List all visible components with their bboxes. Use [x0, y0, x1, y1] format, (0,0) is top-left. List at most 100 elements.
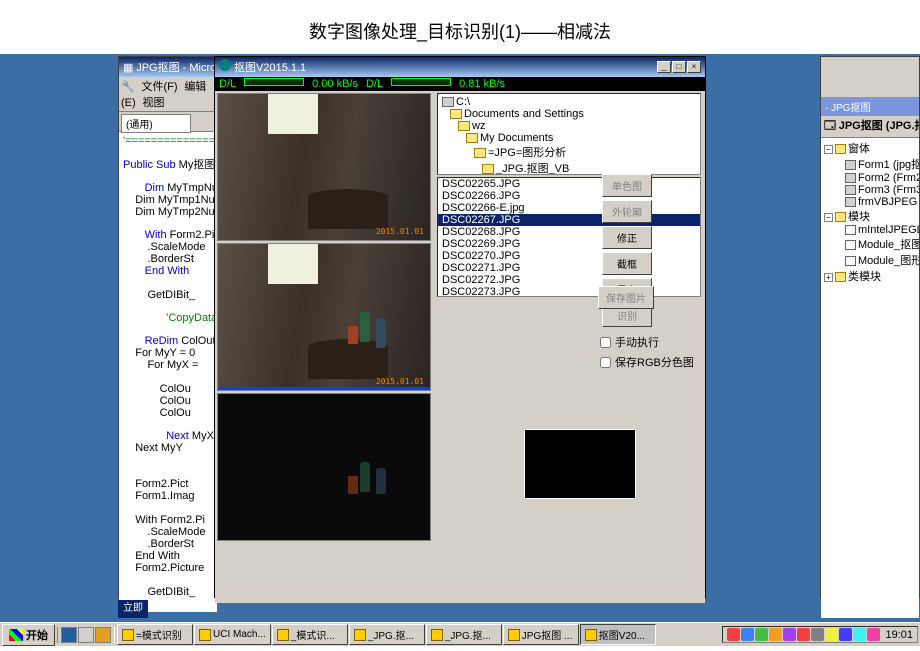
file-row[interactable]: DSC02270.JPG: [438, 250, 700, 262]
btn-outline[interactable]: 外轮廓: [602, 200, 652, 223]
start-button[interactable]: 开始: [2, 624, 55, 646]
module-node[interactable]: mIntelJPEGLi: [823, 224, 917, 236]
dl-label: D/L: [219, 78, 236, 90]
tree-drive[interactable]: C:\: [440, 96, 698, 108]
dl-value: 0.81 kB/s: [459, 78, 505, 90]
tree-node[interactable]: Documents and Settings: [440, 108, 698, 120]
form-node[interactable]: Form3 (Frm3-): [823, 184, 917, 196]
file-list[interactable]: DSC02265.JPGDSC02266.JPGDSC02266-E.jpgDS…: [437, 177, 701, 297]
max-button[interactable]: □: [672, 61, 686, 73]
form-node[interactable]: Form1 (jpg抠: [823, 156, 917, 172]
project-tree[interactable]: −窗体 Form1 (jpg抠Form2 (Frm2-)Form3 (Frm3-…: [821, 138, 919, 618]
file-row[interactable]: DSC02272.JPG: [438, 274, 700, 286]
btn-correct[interactable]: 修正: [602, 226, 652, 249]
tray-icon[interactable]: [727, 628, 740, 641]
folder-icon: [466, 133, 478, 143]
folder-icon: [482, 164, 494, 174]
tree-node[interactable]: _JPG.抠图_VB: [440, 160, 698, 175]
file-row[interactable]: DSC02267.JPG: [438, 214, 700, 226]
task-button[interactable]: 抠图V20...: [580, 624, 656, 645]
min-button[interactable]: _: [657, 61, 671, 73]
folder-icon: [835, 272, 846, 282]
close-button[interactable]: ×: [687, 61, 701, 73]
task-button[interactable]: UCI Mach...: [194, 624, 271, 645]
ie-icon[interactable]: [61, 627, 77, 643]
tray-icon[interactable]: [797, 628, 810, 641]
expand-icon[interactable]: +: [824, 273, 833, 282]
main-app-window: 抠图V2015.1.1 _ □ × D/L0.00 kB/s D/L0.81 k…: [214, 56, 706, 598]
checkbox-label: 手动执行: [615, 334, 659, 350]
module-icon: [845, 240, 856, 250]
tree-node[interactable]: wz: [440, 120, 698, 132]
app-title-text: 抠图V2015.1.1: [234, 62, 306, 74]
tray-icon[interactable]: [811, 628, 824, 641]
task-button[interactable]: _JPG.抠...: [349, 624, 425, 645]
tray-icon[interactable]: [755, 628, 768, 641]
task-button[interactable]: JPG抠图 ...: [503, 624, 579, 645]
file-row[interactable]: DSC02271.JPG: [438, 262, 700, 274]
menu-file[interactable]: 🔧: [121, 81, 135, 93]
dl-bar-icon: [391, 78, 451, 86]
image-foreground[interactable]: 2015.01.01: [217, 243, 431, 391]
preview-box: [524, 429, 636, 499]
ql-icon[interactable]: [95, 627, 111, 643]
tree-node[interactable]: My Documents: [440, 132, 698, 144]
proj-title: - JPG抠图: [821, 97, 919, 116]
tray-icon[interactable]: [867, 628, 880, 641]
tray-icon[interactable]: [853, 628, 866, 641]
scope-combo[interactable]: (通用): [121, 114, 191, 133]
module-node[interactable]: Module_抠图: [823, 236, 917, 252]
checkbox-manual-input[interactable]: [600, 337, 611, 348]
collapse-icon[interactable]: −: [824, 145, 833, 154]
btn-cut[interactable]: 截框: [602, 252, 652, 275]
quick-launch: [57, 627, 115, 643]
desktop-icon[interactable]: [78, 627, 94, 643]
tray-icon[interactable]: [839, 628, 852, 641]
dl-value: 0.00 kB/s: [312, 78, 358, 90]
task-button[interactable]: _模式识...: [272, 624, 348, 645]
checkbox-rgb-input[interactable]: [600, 357, 611, 368]
code-editor[interactable]: '=================== Public Sub My抠图 Dim…: [119, 132, 217, 612]
folder-icon: [835, 144, 846, 154]
form-node[interactable]: Form2 (Frm2-): [823, 172, 917, 184]
tray-icon[interactable]: [769, 628, 782, 641]
folder-modules[interactable]: −模块: [823, 208, 917, 224]
task-button[interactable]: =模式识别: [117, 624, 193, 645]
image-background[interactable]: 2015.01.01: [217, 93, 431, 241]
drive-icon: [442, 97, 454, 107]
folder-icon: [474, 148, 486, 158]
file-row[interactable]: DSC02266.JPG: [438, 190, 700, 202]
immediate-window-tab[interactable]: 立即: [118, 600, 148, 618]
file-row[interactable]: DSC02273.JPG: [438, 286, 700, 297]
module-node[interactable]: Module_图形外: [823, 252, 917, 268]
start-label: 开始: [26, 627, 48, 643]
btn-single-color[interactable]: 单色图: [602, 174, 652, 197]
checkbox-manual[interactable]: 手动执行: [600, 334, 659, 350]
task-icon: [122, 629, 134, 641]
tray-icon[interactable]: [741, 628, 754, 641]
network-stats: D/L0.00 kB/s D/L0.81 kB/s: [215, 77, 705, 91]
menu-file[interactable]: 文件(F): [141, 81, 177, 93]
file-row[interactable]: DSC02269.JPG: [438, 238, 700, 250]
checkbox-save-rgb[interactable]: 保存RGB分色图: [600, 354, 694, 370]
collapse-icon[interactable]: −: [824, 213, 833, 222]
file-row[interactable]: DSC02268.JPG: [438, 226, 700, 238]
tray-icon[interactable]: [783, 628, 796, 641]
task-button[interactable]: _JPG.抠...: [426, 624, 502, 645]
app-titlebar[interactable]: 抠图V2015.1.1 _ □ ×: [215, 57, 705, 77]
folder-tree[interactable]: C:\ Documents and Settings wz My Documen…: [437, 93, 701, 175]
tree-node[interactable]: =JPG=图形分析: [440, 144, 698, 160]
folder-forms[interactable]: −窗体: [823, 140, 917, 156]
tray-icon[interactable]: [825, 628, 838, 641]
project-icon: 🗔: [824, 120, 836, 132]
image-difference[interactable]: [217, 393, 431, 541]
file-row[interactable]: DSC02266-E.jpg: [438, 202, 700, 214]
folder-icon: [450, 109, 462, 119]
form-node[interactable]: frmVBJPEG (f: [823, 196, 917, 208]
folder-class[interactable]: +类模块: [823, 268, 917, 284]
form-icon: [845, 197, 856, 207]
file-row[interactable]: DSC02265.JPG: [438, 178, 700, 190]
vb-menubar[interactable]: 🔧 文件(F) 编辑(E) 视图: [119, 77, 217, 112]
btn-save-image[interactable]: 保存图片: [598, 286, 654, 309]
menu-view[interactable]: 视图: [142, 97, 164, 109]
